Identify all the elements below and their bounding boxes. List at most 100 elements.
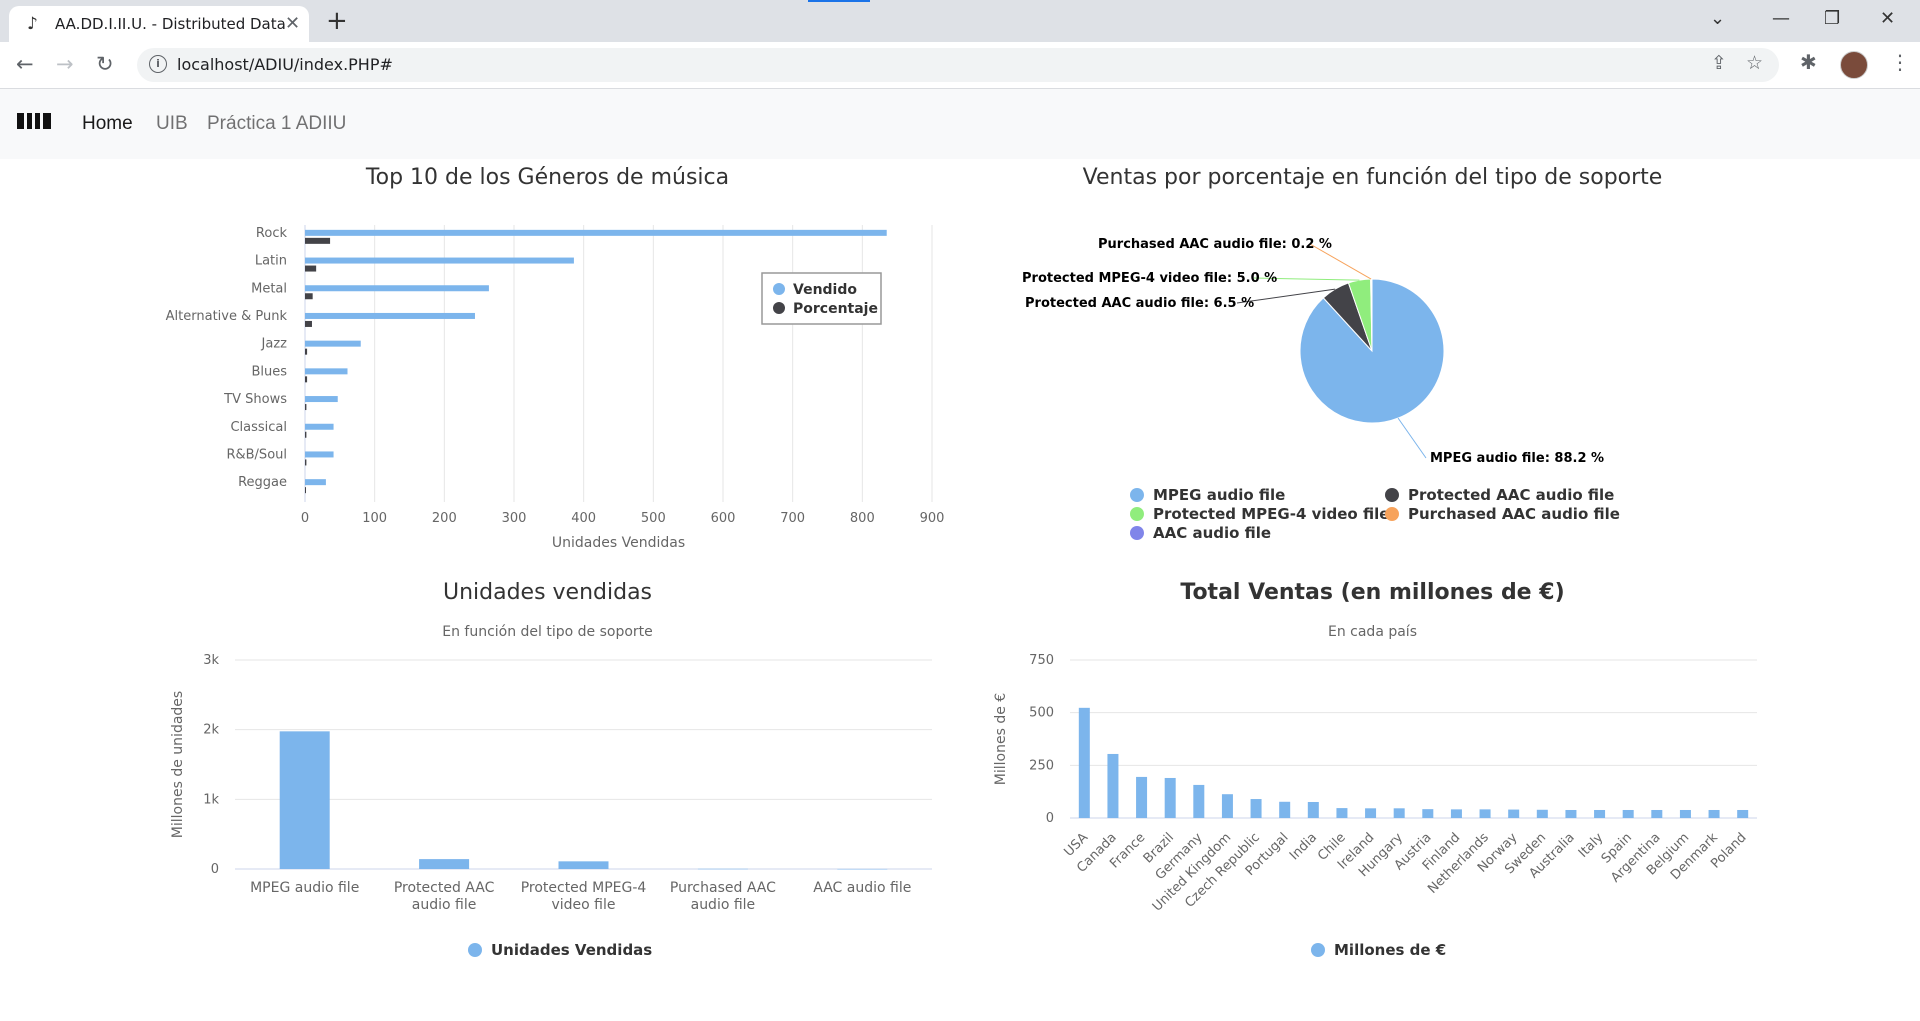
bar [279, 731, 330, 869]
legend-marker [1385, 507, 1399, 521]
y-tick-label: TV Shows [223, 392, 287, 407]
bar [1164, 777, 1176, 818]
bar [419, 859, 470, 869]
bar-vendido [305, 396, 338, 403]
forward-icon[interactable]: → [56, 52, 74, 76]
bar-vendido [305, 257, 574, 264]
x-tick-label: 500 [641, 511, 666, 526]
bar-vendido [305, 479, 326, 486]
y-tick-label: Reggae [238, 475, 287, 490]
y-tick-label: 0 [1046, 811, 1054, 826]
y-tick-label: 250 [1029, 758, 1054, 773]
extensions-icon[interactable]: ✱ [1800, 50, 1817, 74]
nav-practica[interactable]: Práctica 1 ADIIU [207, 113, 346, 135]
new-tab-icon[interactable]: + [326, 6, 348, 36]
nav-uib[interactable]: UIB [156, 113, 188, 135]
bar-porcentaje [305, 320, 312, 327]
nav-home[interactable]: Home [82, 113, 133, 135]
x-tick-label: 0 [301, 511, 309, 526]
legend-marker [773, 302, 785, 314]
legend-marker [468, 943, 482, 957]
black-flag-logo[interactable] [16, 107, 52, 135]
x-tick-label: MPEG audio file [250, 880, 359, 896]
bookmark-star-icon[interactable]: ☆ [1746, 52, 1763, 74]
legend-label: AAC audio file [1153, 524, 1271, 542]
x-tick-label: 700 [780, 511, 805, 526]
legend-label: Porcentaje [793, 301, 878, 317]
tab-strip-indicator [808, 0, 870, 2]
chart-genres-title: Top 10 de los Géneros de música [365, 165, 730, 190]
chart-pie-title: Ventas por porcentaje en función del tip… [1082, 165, 1663, 190]
menu-kebab-icon[interactable]: ⋮ [1890, 50, 1910, 74]
bar [1307, 801, 1319, 818]
y-tick-label: Metal [251, 281, 287, 296]
minimize-icon[interactable]: — [1772, 8, 1790, 29]
bar [1708, 809, 1720, 818]
bar [1450, 809, 1462, 818]
x-tick-label: 800 [850, 511, 875, 526]
bar [1536, 809, 1548, 818]
pie-data-label: MPEG audio file: 88.2 % [1430, 451, 1604, 466]
browser-tabbar: ♪ AA.DD.I.II.U. - Distributed Data D ✕ +… [0, 0, 1920, 42]
x-tick-label: audio file [691, 897, 756, 913]
legend-marker [1130, 488, 1144, 502]
x-tick-label: Purchased AAC [670, 880, 776, 896]
back-icon[interactable]: ← [16, 52, 34, 76]
bar [1679, 809, 1691, 818]
chart-units: 0 1k 2k 3k Millones de unidades MPEG audio fi… [170, 653, 932, 959]
bar [1279, 801, 1291, 818]
y-tick-label: R&B/Soul [226, 447, 287, 462]
pie-data-label: Protected AAC audio file: 6.5 % [1025, 296, 1254, 311]
x-tick-label: Protected AAC [394, 880, 495, 896]
bar [1422, 809, 1434, 818]
x-tick-label: 300 [502, 511, 527, 526]
close-tab-icon[interactable]: ✕ [285, 13, 300, 34]
browser-tab[interactable]: ♪ AA.DD.I.II.U. - Distributed Data D ✕ [9, 6, 309, 42]
bar [1393, 808, 1405, 818]
address-bar[interactable]: i localhost/ADIU/index.PHP# ⇪ ☆ [137, 48, 1779, 82]
legend-label: Millones de € [1334, 941, 1446, 959]
bar [1136, 776, 1148, 818]
site-info-icon[interactable]: i [149, 55, 167, 73]
close-window-icon[interactable]: ✕ [1880, 8, 1895, 29]
bar-porcentaje [305, 487, 306, 494]
share-icon[interactable]: ⇪ [1711, 52, 1727, 74]
bar-porcentaje [305, 265, 317, 272]
bar [1622, 809, 1634, 818]
x-tick-label: 600 [711, 511, 736, 526]
chart-pie: MPEG audio file: 88.2 % Protected AAC aud… [1022, 237, 1620, 542]
bar-vendido [305, 423, 334, 430]
music-note-icon: ♪ [27, 14, 38, 34]
legend-label: Purchased AAC audio file [1408, 505, 1620, 523]
chart-countries-title: Total Ventas (en millones de €) [1180, 580, 1565, 605]
legend-label: Vendido [793, 282, 857, 298]
reload-icon[interactable]: ↻ [96, 52, 114, 76]
x-tick-label: AAC audio file [813, 880, 911, 896]
y-tick-label: Alternative & Punk [166, 309, 288, 324]
bar-vendido [305, 229, 887, 236]
bar [558, 861, 609, 869]
x-tick-label: audio file [412, 897, 477, 913]
legend-marker [773, 283, 785, 295]
profile-avatar[interactable] [1840, 51, 1868, 79]
bar-porcentaje [305, 237, 331, 244]
bar [1107, 753, 1119, 818]
tab-search-icon[interactable]: ⌄ [1710, 8, 1725, 29]
bar [837, 868, 888, 870]
y-tick-label: Latin [255, 254, 287, 269]
legend-marker [1311, 943, 1325, 957]
x-tick-label: video file [551, 897, 615, 913]
restore-icon[interactable]: ❐ [1824, 8, 1840, 29]
y-tick-label: 750 [1029, 653, 1054, 668]
chart-countries: 0250500750Millones de €USACanadaFranceBr… [993, 653, 1757, 959]
y-tick-label: 3k [203, 653, 219, 668]
bar [1594, 809, 1606, 818]
url-text[interactable]: localhost/ADIU/index.PHP# [177, 55, 393, 74]
y-tick-label: 500 [1029, 706, 1054, 721]
x-tick-label: 100 [362, 511, 387, 526]
chart-units-subtitle: En función del tipo de soporte [442, 624, 653, 640]
bar [1221, 794, 1233, 818]
bar [1737, 809, 1749, 818]
bar [1508, 809, 1520, 818]
x-tick-label: India [1287, 830, 1320, 863]
